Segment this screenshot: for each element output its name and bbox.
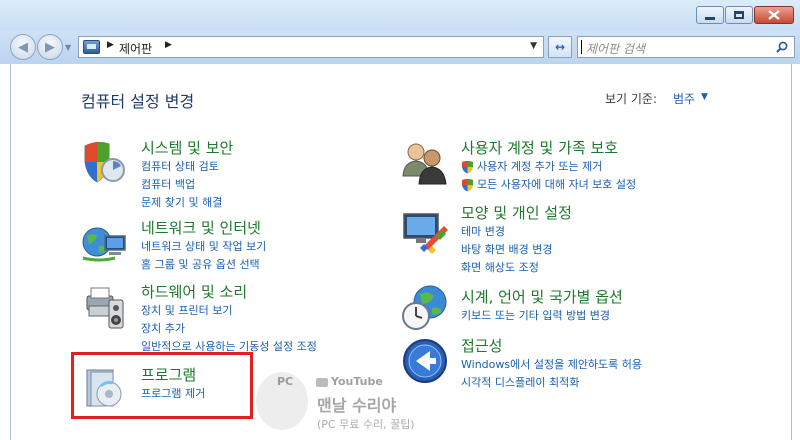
breadcrumb-control-panel[interactable]: 제어판 — [119, 40, 152, 57]
ease-of-access-icon[interactable] — [400, 336, 450, 386]
system-security-icon[interactable] — [79, 138, 129, 188]
uac-shield-icon — [462, 161, 473, 174]
view-by-label: 보기 기준: — [605, 92, 658, 106]
link-add-device[interactable]: 장치 추가 — [141, 320, 317, 338]
watermark-subtitle: (PC 무료 수리, 꿀팁) — [317, 418, 415, 431]
link-network-status[interactable]: 네트워크 상태 및 작업 보기 — [141, 238, 266, 256]
breadcrumb-chevron-icon[interactable]: ▶ — [165, 40, 172, 50]
category-hardware-sound: 하드웨어 및 소리 장치 및 프린터 보기 장치 추가 일반적으로 사용하는 기… — [141, 282, 317, 356]
link-homegroup-sharing[interactable]: 홈 그룹 및 공유 옵션 선택 — [141, 256, 266, 274]
watermark-pc-text: PC — [277, 375, 294, 388]
link-backup-computer[interactable]: 컴퓨터 백업 — [141, 176, 233, 194]
page-title: 컴퓨터 설정 변경 — [81, 92, 195, 111]
window-controls — [696, 6, 794, 24]
category-system-security: 시스템 및 보안 컴퓨터 상태 검토 컴퓨터 백업 문제 찾기 및 해결 — [141, 138, 233, 212]
maximize-button[interactable] — [725, 6, 753, 24]
link-let-windows-suggest[interactable]: Windows에서 설정을 제안하도록 허용 — [461, 356, 642, 374]
window-titlebar — [0, 0, 800, 30]
search-input[interactable]: 제어판 검색 — [586, 40, 645, 57]
category-title-ease-of-access[interactable]: 접근성 — [461, 336, 642, 356]
forward-arrow-icon: ▶ — [45, 39, 55, 55]
category-user-accounts: 사용자 계정 및 가족 보호 사용자 계정 추가 또는 제거 모든 사용자에 대… — [461, 138, 636, 194]
control-panel-icon — [83, 40, 100, 54]
watermark-channel-name: 맨날 수리야 — [317, 396, 397, 415]
address-dropdown-icon[interactable]: ▼ — [530, 41, 537, 51]
category-title-user-accounts[interactable]: 사용자 계정 및 가족 보호 — [461, 138, 636, 158]
breadcrumb-chevron-icon[interactable]: ▶ — [107, 40, 114, 50]
hardware-sound-icon[interactable] — [79, 282, 129, 332]
chevron-down-icon[interactable]: ▼ — [701, 92, 708, 102]
network-internet-icon[interactable] — [79, 218, 129, 268]
uac-shield-icon — [462, 179, 473, 192]
refresh-icon: ↔ — [554, 40, 566, 54]
category-title-network-internet[interactable]: 네트워크 및 인터넷 — [141, 218, 266, 238]
refresh-button[interactable]: ↔ — [548, 36, 572, 58]
close-button[interactable] — [754, 6, 794, 24]
link-change-desktop-background[interactable]: 바탕 화면 배경 변경 — [461, 241, 572, 259]
forward-button[interactable]: ▶ — [37, 34, 63, 60]
appearance-personalization-icon[interactable] — [400, 206, 450, 256]
close-icon — [768, 10, 780, 20]
link-review-computer-status[interactable]: 컴퓨터 상태 검토 — [141, 158, 233, 176]
category-title-appearance[interactable]: 모양 및 개인 설정 — [461, 203, 572, 223]
back-arrow-icon: ◀ — [18, 39, 28, 55]
maximize-icon — [734, 11, 744, 19]
link-label: 모든 사용자에 대해 자녀 보호 설정 — [477, 178, 637, 191]
view-by-dropdown[interactable]: 범주 — [673, 90, 695, 107]
text-caret — [581, 40, 582, 54]
link-change-theme[interactable]: 테마 변경 — [461, 223, 572, 241]
watermark-youtube-text: YouTube — [331, 375, 383, 388]
navigation-bar: ◀ ▶ ▼ ▶ 제어판 ▶ ▼ ↔ 제어판 검색 — [0, 30, 800, 64]
watermark-youtube: YouTube — [316, 375, 383, 388]
link-devices-printers[interactable]: 장치 및 프린터 보기 — [141, 302, 317, 320]
address-bar[interactable]: ▶ 제어판 ▶ ▼ — [78, 36, 544, 58]
category-ease-of-access: 접근성 Windows에서 설정을 제안하도록 허용 시각적 디스플레이 최적화 — [461, 336, 642, 392]
search-box[interactable]: 제어판 검색 — [577, 36, 795, 58]
link-troubleshoot[interactable]: 문제 찾기 및 해결 — [141, 194, 233, 212]
category-clock-region: 시계, 언어 및 국가별 옵션 키보드 또는 기타 입력 방법 변경 — [461, 287, 623, 325]
link-label: 사용자 계정 추가 또는 제거 — [477, 160, 603, 173]
category-title-hardware-sound[interactable]: 하드웨어 및 소리 — [141, 282, 317, 302]
highlight-box — [71, 352, 253, 419]
youtube-icon — [316, 377, 328, 387]
link-adjust-resolution[interactable]: 화면 해상도 조정 — [461, 259, 572, 277]
category-title-system-security[interactable]: 시스템 및 보안 — [141, 138, 233, 158]
search-icon[interactable] — [776, 41, 788, 53]
user-accounts-icon[interactable] — [400, 138, 450, 188]
minimize-icon — [705, 16, 715, 20]
category-appearance: 모양 및 개인 설정 테마 변경 바탕 화면 배경 변경 화면 해상도 조정 — [461, 203, 572, 277]
category-title-clock-region[interactable]: 시계, 언어 및 국가별 옵션 — [461, 287, 623, 307]
back-button[interactable]: ◀ — [10, 34, 36, 60]
clock-language-region-icon[interactable] — [400, 282, 450, 332]
category-network-internet: 네트워크 및 인터넷 네트워크 상태 및 작업 보기 홈 그룹 및 공유 옵션 … — [141, 218, 266, 274]
link-parental-controls[interactable]: 모든 사용자에 대해 자녀 보호 설정 — [461, 176, 636, 194]
minimize-button[interactable] — [696, 6, 724, 24]
link-add-remove-accounts[interactable]: 사용자 계정 추가 또는 제거 — [461, 158, 636, 176]
link-change-input-methods[interactable]: 키보드 또는 기타 입력 방법 변경 — [461, 307, 623, 325]
recent-pages-dropdown[interactable]: ▼ — [65, 43, 71, 52]
link-optimize-visual-display[interactable]: 시각적 디스플레이 최적화 — [461, 374, 642, 392]
